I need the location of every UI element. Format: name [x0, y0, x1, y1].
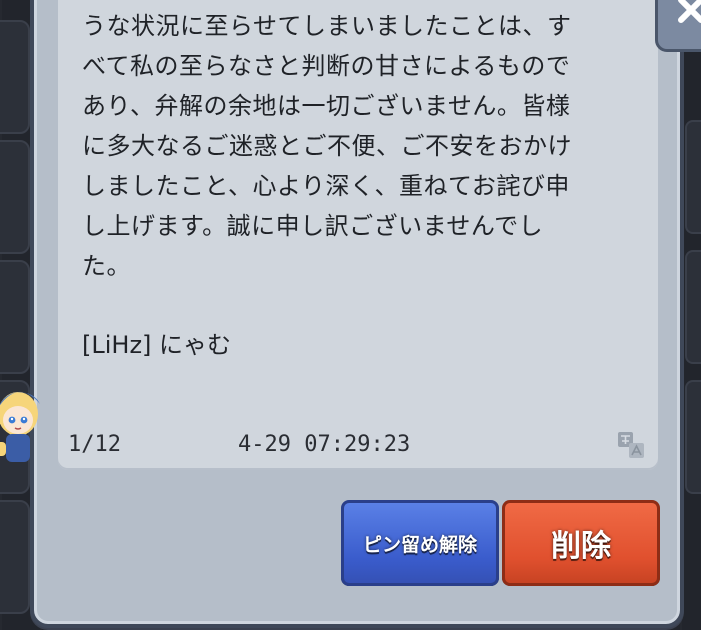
side-list-slot: [685, 380, 701, 494]
message-signature: [LiHz] にゃむ: [82, 331, 232, 359]
delete-button[interactable]: 削除: [502, 500, 660, 586]
side-list-slot: [0, 500, 30, 614]
side-list-slot: [0, 260, 30, 374]
message-body: うな状況に至らせてしまいましたことは、す べて私の至らなさと判断の甘さによるもの…: [82, 12, 572, 280]
unpin-button[interactable]: ピン留め解除: [341, 500, 499, 586]
side-list-slot: [0, 140, 30, 254]
character-avatar: [0, 392, 40, 462]
side-list-slot: [685, 250, 701, 364]
page-counter: 1/12: [68, 432, 121, 457]
close-icon[interactable]: [676, 0, 701, 26]
side-list-slot: [0, 20, 30, 134]
message-timestamp: 4-29 07:29:23: [238, 432, 411, 457]
translate-icon[interactable]: [617, 431, 645, 459]
side-list-slot: [685, 120, 701, 234]
